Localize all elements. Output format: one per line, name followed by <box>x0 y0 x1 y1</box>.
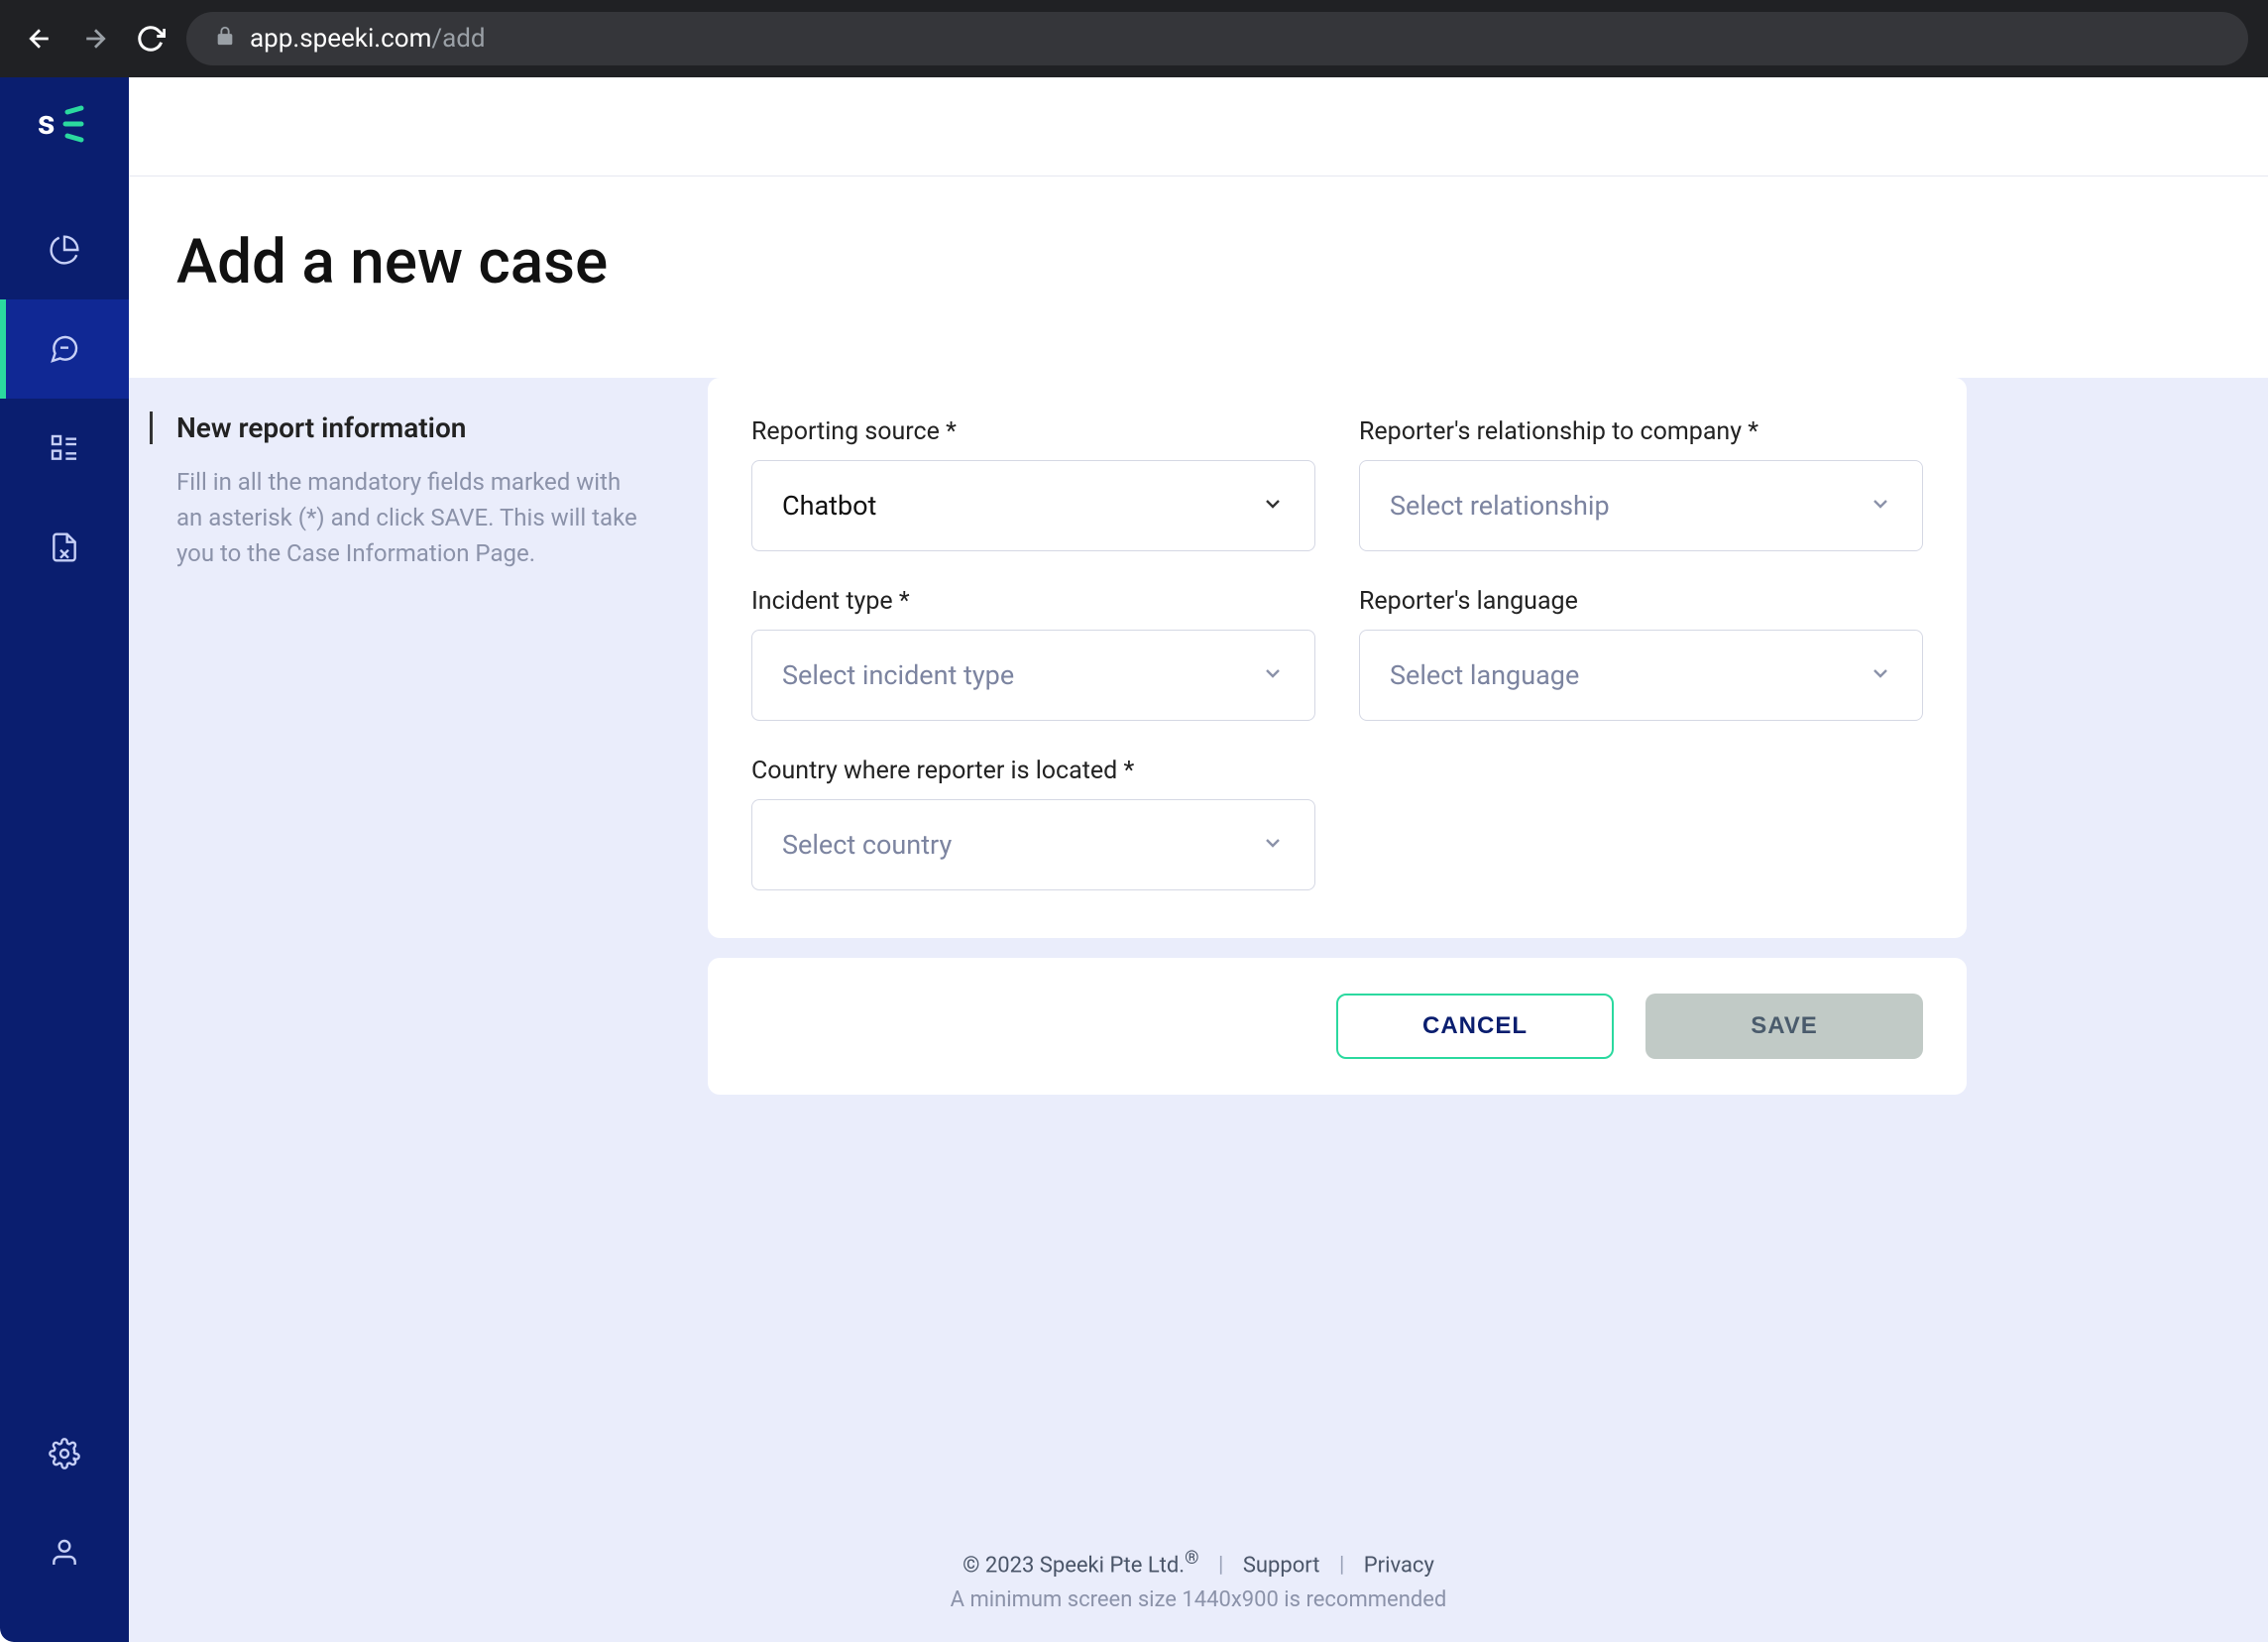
lock-icon <box>214 24 236 54</box>
select-placeholder: Select language <box>1390 659 1579 691</box>
app-header <box>129 77 2268 176</box>
language-select[interactable]: Select language <box>1359 630 1923 721</box>
select-placeholder: Select incident type <box>782 659 1014 691</box>
page-title-section: Add a new case <box>129 176 2268 378</box>
field-language: Reporter's language Select language <box>1359 587 1923 721</box>
cancel-button[interactable]: CANCEL <box>1336 994 1614 1059</box>
app-sidebar: s <box>0 77 129 1642</box>
sidebar-item-profile[interactable] <box>0 1503 129 1602</box>
form-step-description: Fill in all the mandatory fields marked … <box>176 464 652 571</box>
file-x-icon <box>49 531 80 563</box>
sidebar-item-dashboard[interactable] <box>0 200 129 299</box>
chevron-down-icon <box>1261 492 1285 520</box>
app-footer: © 2023 Speeki Pte Ltd.® | Support | Priv… <box>129 1528 2268 1642</box>
chevron-down-icon <box>1869 492 1892 520</box>
form-description-panel: New report information Fill in all the m… <box>176 378 652 1095</box>
form-card: Reporting source * Chatbot Reporter's re… <box>708 378 1967 938</box>
reload-icon <box>136 24 166 54</box>
sidebar-item-survey[interactable] <box>0 399 129 498</box>
grid-list-icon <box>49 432 80 464</box>
sidebar-item-settings[interactable] <box>0 1404 129 1503</box>
chevron-down-icon <box>1261 661 1285 689</box>
field-label: Reporting source * <box>751 417 1315 446</box>
select-placeholder: Select country <box>782 829 952 861</box>
browser-reload-button[interactable] <box>131 19 170 59</box>
field-label: Incident type * <box>751 587 1315 616</box>
page-title: Add a new case <box>176 226 2220 298</box>
footer-copyright: © 2023 Speeki Pte Ltd. <box>963 1553 1185 1578</box>
svg-text:s: s <box>38 104 55 143</box>
arrow-left-icon <box>25 24 55 54</box>
main-content: Add a new case New report information Fi… <box>129 77 2268 1642</box>
browser-back-button[interactable] <box>20 19 59 59</box>
incident-type-select[interactable]: Select incident type <box>751 630 1315 721</box>
field-incident-type: Incident type * Select incident type <box>751 587 1315 721</box>
field-relationship: Reporter's relationship to company * Sel… <box>1359 417 1923 551</box>
url-text: app.speeki.com/add <box>250 24 486 54</box>
form-step-heading: New report information <box>150 411 652 444</box>
chevron-down-icon <box>1869 661 1892 689</box>
field-reporting-source: Reporting source * Chatbot <box>751 417 1315 551</box>
field-label: Reporter's relationship to company * <box>1359 417 1923 446</box>
reporting-source-select[interactable]: Chatbot <box>751 460 1315 551</box>
form-actions: CANCEL SAVE <box>708 958 1967 1095</box>
sidebar-item-cases[interactable] <box>0 299 129 399</box>
country-select[interactable]: Select country <box>751 799 1315 890</box>
select-placeholder: Select relationship <box>1390 490 1610 522</box>
relationship-select[interactable]: Select relationship <box>1359 460 1923 551</box>
chevron-down-icon <box>1261 831 1285 859</box>
gear-icon <box>49 1438 80 1469</box>
footer-support-link[interactable]: Support <box>1243 1553 1320 1578</box>
browser-chrome: app.speeki.com/add <box>0 0 2268 77</box>
field-label: Country where reporter is located * <box>751 757 1315 785</box>
field-country: Country where reporter is located * Sele… <box>751 757 1315 890</box>
arrow-right-icon <box>80 24 110 54</box>
browser-address-bar[interactable]: app.speeki.com/add <box>186 12 2248 65</box>
sidebar-item-documents[interactable] <box>0 498 129 597</box>
user-icon <box>49 1537 80 1569</box>
browser-forward-button[interactable] <box>75 19 115 59</box>
pie-chart-icon <box>49 234 80 266</box>
app-logo[interactable]: s <box>38 97 91 151</box>
footer-privacy-link[interactable]: Privacy <box>1364 1553 1434 1578</box>
select-value: Chatbot <box>782 490 876 522</box>
message-icon <box>49 333 80 365</box>
save-button[interactable]: SAVE <box>1645 994 1923 1059</box>
footer-min-size-note: A minimum screen size 1440x900 is recomm… <box>176 1587 2220 1612</box>
field-label: Reporter's language <box>1359 587 1923 616</box>
